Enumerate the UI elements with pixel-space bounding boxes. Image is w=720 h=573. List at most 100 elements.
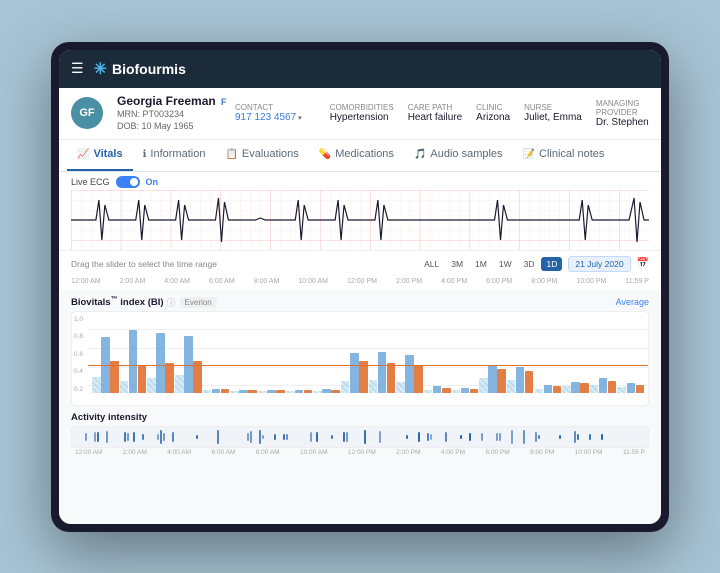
date-badge[interactable]: 21 July 2020 — [568, 256, 630, 272]
activity-tick — [427, 433, 429, 441]
tab-evaluations[interactable]: 📋 Evaluations — [215, 140, 308, 171]
tab-audio[interactable]: 🎵 Audio samples — [404, 140, 513, 171]
tick-5: 10:00 AM — [298, 278, 328, 285]
bar-blue — [239, 390, 248, 393]
clinical-icon: 📝 — [523, 149, 535, 160]
bar-blue — [488, 365, 497, 393]
bar-blue — [571, 382, 580, 393]
bars-container — [76, 316, 644, 393]
ecg-label: Live ECG — [71, 177, 110, 187]
tick-3: 6:00 AM — [209, 278, 235, 285]
tick-7: 2:00 PM — [396, 278, 422, 285]
nurse-value: Juliet, Emma — [524, 112, 582, 123]
menu-icon[interactable]: ☰ — [71, 60, 84, 77]
bar-blue — [295, 390, 304, 393]
bar-blue — [433, 386, 442, 392]
patient-bar: GF Georgia Freeman F MRN: PT003234 DOB: … — [59, 88, 661, 140]
patient-name: Georgia Freeman F — [117, 94, 207, 108]
provider-block: Managing provider Dr. Stephen — [596, 99, 649, 128]
tick-2: 4:00 AM — [164, 278, 190, 285]
activity-axis: 12:00 AM 2:00 AM 4:00 AM 6:00 AM 8:00 AM… — [71, 448, 649, 457]
bar-lightblue — [147, 378, 156, 392]
contact-value[interactable]: 917 123 4567 — [235, 112, 296, 123]
btn-1d[interactable]: 1D — [541, 257, 562, 271]
bar-blue — [627, 383, 636, 392]
bar-lightblue — [535, 389, 544, 393]
activity-tick — [97, 432, 99, 442]
bar-lightblue — [92, 377, 101, 393]
dropdown-arrow[interactable]: ▾ — [298, 114, 302, 122]
bar-group — [120, 330, 147, 393]
bar-orange — [276, 390, 285, 392]
activity-tick — [589, 434, 591, 440]
tab-information[interactable]: ℹ Information — [133, 140, 216, 171]
btn-3d[interactable]: 3D — [519, 257, 540, 271]
activity-tick — [250, 431, 252, 443]
avatar: GF — [71, 97, 103, 129]
activity-title: Activity intensity — [71, 412, 649, 423]
bar-blue — [129, 330, 138, 393]
bar-lightblue — [590, 385, 599, 393]
activity-tick — [406, 435, 408, 439]
tick-9: 6:00 PM — [486, 278, 512, 285]
bar-blue — [544, 385, 553, 393]
bar-orange — [304, 390, 313, 393]
tab-clinical[interactable]: 📝 Clinical notes — [513, 140, 615, 171]
bar-blue — [516, 367, 525, 392]
bar-lightblue — [230, 391, 239, 393]
biovitals-info-icon[interactable]: ⓘ — [167, 296, 176, 309]
bar-orange — [165, 363, 174, 393]
tab-medications[interactable]: 💊 Medications — [309, 140, 404, 171]
timeline-inner: 12:00 AM 2:00 AM 4:00 AM 6:00 AM 8:00 AM… — [71, 278, 649, 285]
bar-blue — [267, 390, 276, 392]
activity-section: Activity intensity 12:00 AM 2:00 AM 4:00… — [71, 412, 649, 457]
activity-tick — [535, 432, 537, 442]
activity-tick — [559, 435, 561, 439]
btn-all[interactable]: ALL — [419, 257, 444, 271]
bar-orange — [221, 389, 230, 393]
activity-tick — [274, 434, 276, 440]
ecg-status: On — [146, 177, 159, 187]
bar-lightblue — [313, 391, 322, 393]
tab-bar: 📈 Vitals ℹ Information 📋 Evaluations 💊 M… — [59, 140, 661, 172]
btn-1w[interactable]: 1W — [494, 257, 517, 271]
activity-tick — [481, 433, 483, 441]
activity-tick — [196, 435, 198, 439]
medications-icon: 💊 — [319, 149, 331, 160]
bar-orange — [193, 361, 202, 393]
bar-lightblue — [120, 381, 129, 393]
bar-lightblue — [479, 378, 488, 392]
activity-tick — [127, 433, 129, 441]
activity-tick — [460, 435, 462, 439]
ecg-toggle[interactable] — [116, 176, 140, 188]
bar-orange — [359, 361, 368, 393]
bar-lightblue — [341, 381, 350, 393]
bar-orange — [580, 383, 589, 392]
biovitals-title: Biovitals™ index (BI) — [71, 296, 164, 308]
calendar-icon[interactable]: 📅 — [637, 258, 649, 269]
reference-line — [88, 365, 648, 366]
tick-6: 12:00 PM — [347, 278, 377, 285]
activity-tick — [418, 432, 420, 442]
btn-3m[interactable]: 3M — [446, 257, 468, 271]
biovitals-chart: 1.0 0.8 0.6 0.4 0.2 — [71, 311, 649, 406]
comorbidities-label: Comorbidities — [330, 103, 394, 112]
bar-lightblue — [203, 390, 212, 392]
clinic-label: Clinic — [476, 103, 510, 112]
tab-vitals[interactable]: 📈 Vitals — [67, 140, 133, 171]
bar-lightblue — [507, 380, 516, 393]
average-label: Average — [616, 297, 649, 307]
activity-tick — [331, 435, 333, 439]
activity-tick — [247, 433, 249, 441]
bar-orange — [414, 365, 423, 393]
btn-1m[interactable]: 1M — [470, 257, 492, 271]
activity-tick — [430, 434, 432, 440]
activity-tick — [94, 432, 96, 442]
device-frame: ☰ ✳ Biofourmis GF Georgia Freeman F MRN:… — [51, 42, 669, 532]
top-bar: ☰ ✳ Biofourmis — [59, 50, 661, 88]
bar-group — [562, 382, 589, 393]
activity-tick — [133, 432, 135, 442]
bar-blue — [461, 388, 470, 393]
nurse-block: Nurse Juliet, Emma — [524, 103, 582, 123]
bar-group — [203, 389, 230, 393]
